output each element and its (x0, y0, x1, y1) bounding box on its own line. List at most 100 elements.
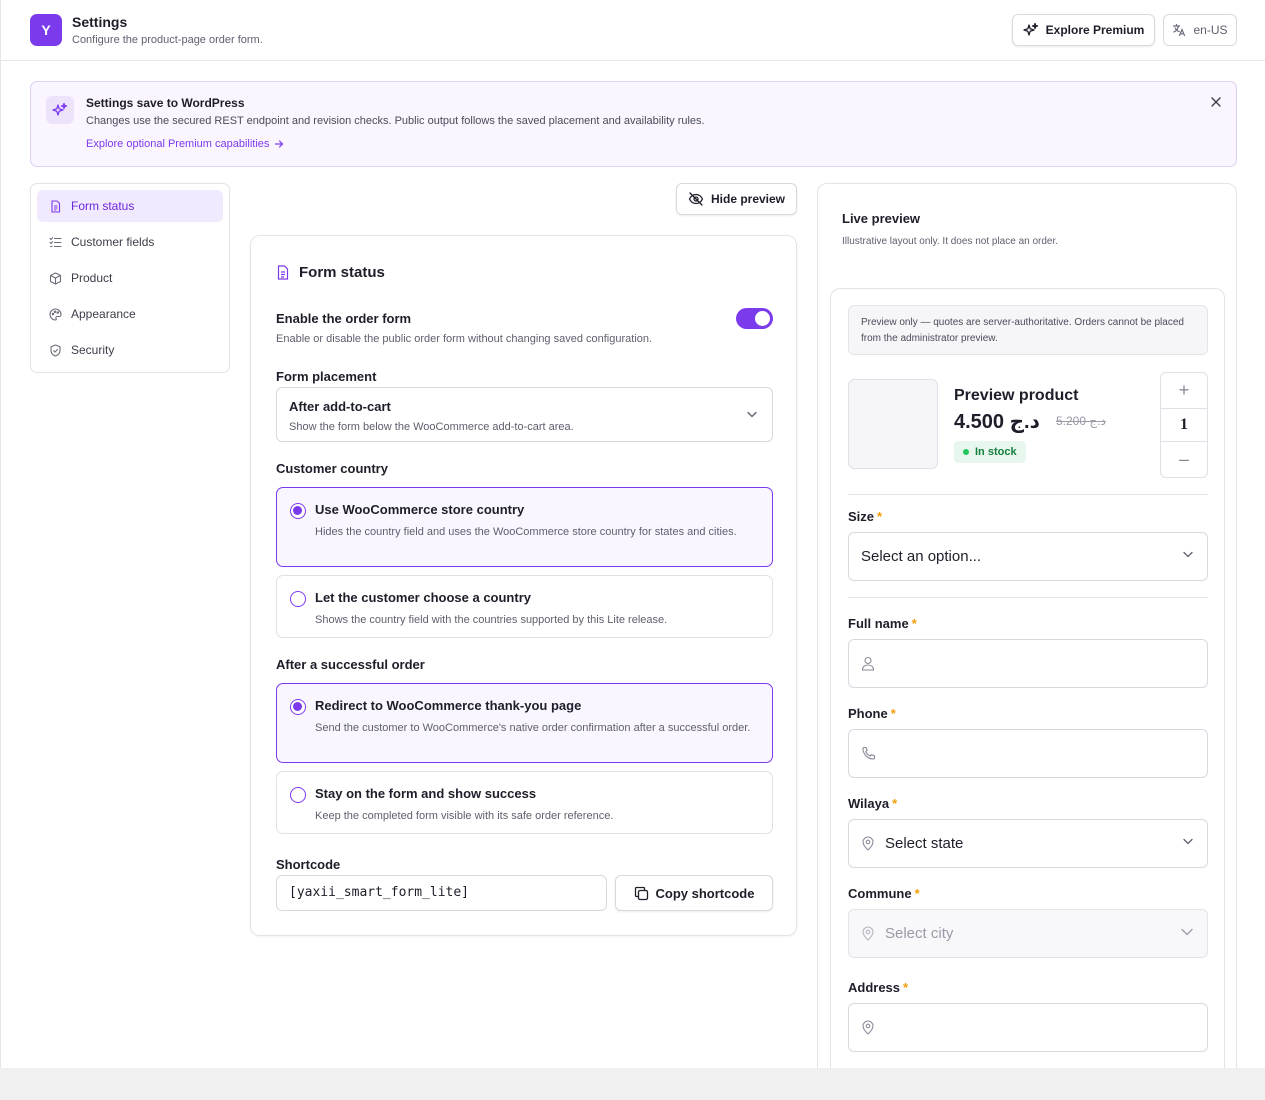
wilaya-select-value: Select state (885, 835, 964, 852)
sparkles-icon (46, 96, 74, 124)
phone-label-text: Phone (848, 706, 888, 721)
eye-off-icon (688, 191, 704, 207)
settings-app: Y Settings Configure the product-page or… (0, 0, 1265, 1068)
quantity-value[interactable]: 1 (1161, 408, 1207, 442)
sidebar-item-label: Security (71, 343, 115, 357)
placement-value: After add-to-cart (289, 399, 391, 414)
phone-label: Phone * (848, 706, 896, 721)
option-title: Redirect to WooCommerce thank-you page (315, 698, 582, 713)
copy-shortcode-button[interactable]: Copy shortcode (615, 875, 773, 911)
quantity-minus-button[interactable]: – (1161, 442, 1207, 477)
location-icon (861, 1020, 875, 1035)
shortcode-field[interactable]: [yaxii_smart_form_lite] (276, 875, 607, 911)
radio-selected[interactable] (290, 699, 306, 715)
sidebar-item-security[interactable]: Security (37, 334, 223, 366)
chevron-down-icon (1183, 551, 1193, 558)
phone-icon (861, 746, 876, 761)
quantity-stepper: + 1 – (1160, 372, 1208, 478)
stock-badge: In stock (954, 441, 1026, 463)
product-price: 4.500 د.ج (954, 411, 1040, 433)
banner-text: Changes use the secured REST endpoint an… (86, 115, 705, 127)
full-name-label-text: Full name (848, 616, 909, 631)
size-select[interactable]: Select an option... (848, 532, 1208, 581)
form-status-card: Form status Enable the order form Enable… (250, 235, 797, 936)
commune-select[interactable]: Select city (848, 909, 1208, 958)
premium-capabilities-link[interactable]: Explore optional Premium capabilities (86, 138, 284, 150)
address-input[interactable] (848, 1003, 1208, 1052)
translate-icon (1172, 23, 1186, 37)
commune-label: Commune * (848, 886, 920, 901)
commune-select-value: Select city (885, 925, 954, 942)
required-mark: * (914, 886, 920, 901)
radio-unselected[interactable] (290, 591, 306, 607)
chevron-down-icon (747, 411, 757, 418)
chevron-down-icon (1183, 838, 1193, 845)
option-desc: Send the customer to WooCommerce's nativ… (315, 722, 751, 734)
sidebar-item-appearance[interactable]: Appearance (37, 298, 223, 330)
required-mark: * (903, 980, 909, 995)
box-icon (49, 271, 62, 285)
language-label: en-US (1193, 23, 1228, 37)
sidebar-item-label: Appearance (71, 307, 136, 321)
required-mark: * (892, 796, 898, 811)
location-icon (861, 926, 875, 941)
sidebar-item-label: Customer fields (71, 235, 155, 249)
shortcode-label: Shortcode (276, 857, 341, 872)
country-option-choose[interactable]: Let the customer choose a country Shows … (276, 575, 773, 638)
top-bar: Y Settings Configure the product-page or… (1, 0, 1265, 61)
country-option-store[interactable]: Use WooCommerce store country Hides the … (276, 487, 773, 567)
settings-sidebar: Form status Customer fields Product Appe… (30, 183, 230, 373)
address-label-text: Address (848, 980, 901, 995)
size-label-text: Size (848, 509, 875, 524)
placement-label: Form placement (276, 369, 377, 384)
size-select-value: Select an option... (861, 548, 982, 565)
page-title: Settings (72, 14, 128, 30)
option-title: Use WooCommerce store country (315, 502, 525, 517)
required-mark: * (877, 509, 883, 524)
list-check-icon (49, 236, 62, 249)
hide-preview-button[interactable]: Hide preview (676, 183, 797, 215)
full-name-input[interactable] (848, 639, 1208, 688)
radio-selected[interactable] (290, 503, 306, 519)
copy-icon (634, 886, 649, 901)
quantity-plus-button[interactable]: + (1161, 373, 1207, 408)
option-desc: Hides the country field and uses the Woo… (315, 526, 737, 538)
sidebar-item-label: Form status (71, 199, 135, 213)
wilaya-select[interactable]: Select state (848, 819, 1208, 868)
required-mark: * (890, 706, 896, 721)
product-name: Preview product (954, 387, 1079, 404)
option-desc: Shows the country field with the countri… (315, 614, 668, 626)
divider (848, 494, 1208, 495)
arrow-right-icon (274, 139, 284, 149)
placement-select[interactable]: After add-to-cart Show the form below th… (276, 387, 773, 442)
commune-label-text: Commune (848, 886, 912, 901)
full-name-label: Full name * (848, 616, 917, 631)
after-order-label: After a successful order (276, 657, 425, 672)
wilaya-label: Wilaya * (848, 796, 897, 811)
after-order-option-stay[interactable]: Stay on the form and show success Keep t… (276, 771, 773, 834)
preview-subtitle: Illustrative layout only. It does not pl… (842, 236, 1059, 247)
explore-premium-button[interactable]: Explore Premium (1012, 14, 1155, 46)
card-title: Form status (276, 264, 385, 281)
enable-form-hint: Enable or disable the public order form … (276, 333, 653, 345)
sidebar-item-product[interactable]: Product (37, 262, 223, 294)
copy-shortcode-label: Copy shortcode (655, 885, 755, 901)
product-old-price: 5.200 د.ج (1056, 414, 1106, 428)
close-icon[interactable] (1208, 94, 1224, 110)
document-icon (276, 265, 290, 280)
radio-unselected[interactable] (290, 787, 306, 803)
divider (848, 597, 1208, 598)
enable-form-toggle[interactable] (736, 308, 773, 329)
sidebar-item-customer-fields[interactable]: Customer fields (37, 226, 223, 258)
sidebar-item-form-status[interactable]: Form status (37, 190, 223, 222)
phone-input[interactable] (848, 729, 1208, 778)
user-icon (861, 656, 875, 671)
language-button[interactable]: en-US (1163, 14, 1237, 46)
required-mark: * (911, 616, 917, 631)
preview-title: Live preview (842, 211, 921, 226)
option-title: Stay on the form and show success (315, 786, 537, 801)
size-label: Size * (848, 509, 882, 524)
after-order-option-redirect[interactable]: Redirect to WooCommerce thank-you page S… (276, 683, 773, 763)
enable-form-label: Enable the order form (276, 311, 412, 326)
placement-hint: Show the form below the WooCommerce add-… (289, 421, 574, 433)
